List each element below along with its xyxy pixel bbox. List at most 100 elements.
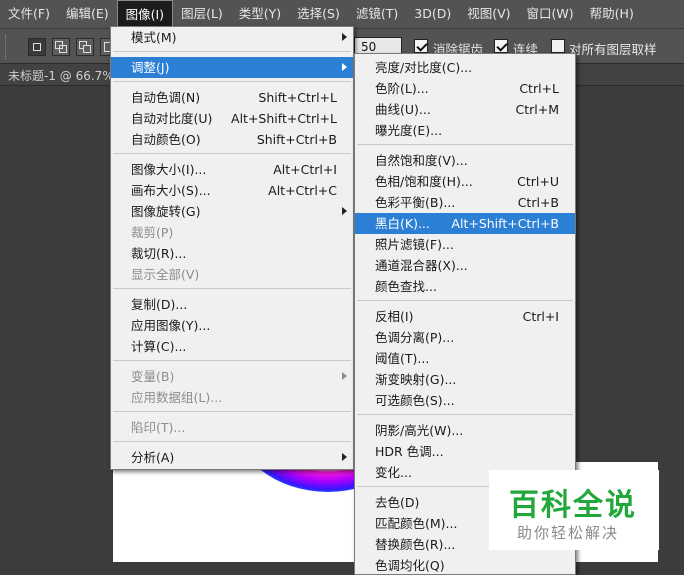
image-menu-item-label: 模式(M) — [131, 30, 177, 45]
menu-separator — [357, 300, 573, 301]
adjustments-menu-item[interactable]: 照片滤镜(F)... — [355, 234, 575, 255]
adjustments-menu-item-label: HDR 色调... — [375, 444, 444, 459]
submenu-arrow-icon — [342, 63, 347, 71]
menu-view[interactable]: 视图(V) — [459, 0, 518, 28]
image-menu-item-label: 变量(B) — [131, 369, 175, 384]
adjustments-menu-item-shortcut: Ctrl+B — [517, 195, 559, 210]
adjustments-menu-item-label: 色彩平衡(B)... — [375, 195, 456, 210]
menu-separator — [113, 51, 351, 52]
menu-filter[interactable]: 滤镜(T) — [348, 0, 406, 28]
adjustments-menu-item[interactable]: 曝光度(E)... — [355, 120, 575, 141]
adjustments-menu-item[interactable]: 阴影/高光(W)... — [355, 420, 575, 441]
image-menu-item: 变量(B) — [111, 366, 353, 387]
image-menu: 模式(M) 调整(J) 自动色调(N) Shift+Ctrl+L 自动对比度(U) Alt… — [110, 26, 354, 470]
adjustments-menu-item-label: 阴影/高光(W)... — [375, 423, 464, 438]
image-menu-item-label: 显示全部(V) — [131, 267, 200, 282]
sample-all-layers-label: 对所有图层取样 — [569, 42, 657, 57]
submenu-arrow-icon — [342, 372, 347, 380]
submenu-arrow-icon — [342, 207, 347, 215]
subtract-selection-mode-icon[interactable] — [76, 38, 94, 56]
adjustments-menu-item-label: 渐变映射(G)... — [375, 372, 457, 387]
adjustments-menu-item-label: 变化... — [375, 465, 412, 480]
adjustments-menu-item-label: 色调分离(P)... — [375, 330, 455, 345]
document-tab-title[interactable]: 未标题-1 @ 66.7% — [8, 67, 114, 84]
adjustments-menu-item-label: 反相(I) — [375, 309, 414, 324]
menu-edit[interactable]: 编辑(E) — [58, 0, 117, 28]
adjustments-menu-item[interactable]: 渐变映射(G)... — [355, 369, 575, 390]
adjustments-menu-item-label: 亮度/对比度(C)... — [375, 60, 473, 75]
watermark-subtitle: 助你轻松解决 — [517, 524, 620, 542]
adjustments-menu-item[interactable]: 曲线(U)... Ctrl+M — [355, 99, 575, 120]
image-menu-item-label: 调整(J) — [131, 60, 170, 75]
adjustments-menu-item[interactable]: 通道混合器(X)... — [355, 255, 575, 276]
image-menu-item-label: 计算(C)... — [131, 339, 187, 354]
image-menu-item: 陷印(T)... — [111, 417, 353, 438]
adjustments-menu-item[interactable]: 反相(I) Ctrl+I — [355, 306, 575, 327]
adjustments-menu-item-label: 通道混合器(X)... — [375, 258, 468, 273]
watermark-title: 百科全说 — [509, 488, 637, 523]
image-menu-item[interactable]: 调整(J) — [111, 57, 353, 78]
contiguous-checkbox[interactable] — [494, 39, 508, 53]
adjustments-menu-item-label: 颜色查找... — [375, 279, 437, 294]
menu-3d[interactable]: 3D(D) — [406, 0, 459, 28]
image-menu-item[interactable]: 画布大小(S)... Alt+Ctrl+C — [111, 180, 353, 201]
image-menu-item[interactable]: 自动颜色(O) Shift+Ctrl+B — [111, 129, 353, 150]
image-menu-item[interactable]: 自动色调(N) Shift+Ctrl+L — [111, 87, 353, 108]
image-menu-item-label: 自动对比度(U) — [131, 111, 213, 126]
image-menu-item[interactable]: 图像大小(I)... Alt+Ctrl+I — [111, 159, 353, 180]
menu-window[interactable]: 窗口(W) — [519, 0, 582, 28]
menu-layer[interactable]: 图层(L) — [173, 0, 231, 28]
menu-select[interactable]: 选择(S) — [289, 0, 348, 28]
adjustments-menu-item-label: 可选颜色(S)... — [375, 393, 455, 408]
adjustments-menu-item[interactable]: 色彩平衡(B)... Ctrl+B — [355, 192, 575, 213]
image-menu-item-label: 裁剪(P) — [131, 225, 174, 240]
adjustments-menu-item[interactable]: 黑白(K)... Alt+Shift+Ctrl+B — [355, 213, 575, 234]
submenu-arrow-icon — [342, 453, 347, 461]
image-menu-item[interactable]: 分析(A) — [111, 447, 353, 468]
adjustments-menu-item[interactable]: 色调分离(P)... — [355, 327, 575, 348]
submenu-arrow-icon — [342, 33, 347, 41]
menu-image[interactable]: 图像(I) — [116, 0, 174, 28]
adjustments-menu-item[interactable]: 色阶(L)... Ctrl+L — [355, 78, 575, 99]
image-menu-item[interactable]: 计算(C)... — [111, 336, 353, 357]
menu-separator — [357, 414, 573, 415]
image-menu-item[interactable]: 模式(M) — [111, 27, 353, 48]
adjustments-menu-item[interactable]: 阈值(T)... — [355, 348, 575, 369]
image-menu-item-label: 画布大小(S)... — [131, 183, 211, 198]
image-menu-item[interactable]: 自动对比度(U) Alt+Shift+Ctrl+L — [111, 108, 353, 129]
antialias-checkbox[interactable] — [414, 39, 428, 53]
menu-help[interactable]: 帮助(H) — [582, 0, 642, 28]
adjustments-menu-item[interactable]: 可选颜色(S)... — [355, 390, 575, 411]
adjustments-menu-item-label: 匹配颜色(M)... — [375, 516, 458, 531]
adjustments-menu-item[interactable]: 色相/饱和度(H)... Ctrl+U — [355, 171, 575, 192]
adjustments-menu-item[interactable]: HDR 色调... — [355, 441, 575, 462]
adjustments-menu-item[interactable]: 色调均化(Q) — [355, 555, 575, 575]
image-menu-item-label: 裁切(R)... — [131, 246, 187, 261]
adjustments-menu-item[interactable]: 颜色查找... — [355, 276, 575, 297]
watermark-logo: 百科全说 助你轻松解决 — [489, 470, 659, 550]
image-menu-item[interactable]: 应用图像(Y)... — [111, 315, 353, 336]
menu-separator — [113, 153, 351, 154]
options-bar-grip[interactable] — [5, 35, 8, 59]
menu-separator — [113, 360, 351, 361]
new-selection-mode-icon[interactable] — [28, 38, 46, 56]
image-menu-item[interactable]: 复制(D)... — [111, 294, 353, 315]
menu-type[interactable]: 类型(Y) — [231, 0, 289, 28]
image-menu-item-label: 应用数据组(L)... — [131, 390, 223, 405]
image-menu-item-label: 图像旋转(G) — [131, 204, 201, 219]
adjustments-menu-item-label: 色阶(L)... — [375, 81, 429, 96]
image-menu-item[interactable]: 裁切(R)... — [111, 243, 353, 264]
add-selection-mode-icon[interactable] — [52, 38, 70, 56]
adjustments-menu-item-label: 曲线(U)... — [375, 102, 431, 117]
adjustments-menu-item-label: 去色(D) — [375, 495, 420, 510]
adjustments-menu-item[interactable]: 自然饱和度(V)... — [355, 150, 575, 171]
menu-bar: 文件(F) 编辑(E) 图像(I) 图层(L) 类型(Y) 选择(S) 滤镜(T… — [0, 0, 684, 28]
adjustments-menu-item-label: 阈值(T)... — [375, 351, 430, 366]
sample-all-layers-checkbox[interactable] — [551, 39, 565, 53]
menu-file[interactable]: 文件(F) — [0, 0, 58, 28]
adjustments-menu-item-label: 色相/饱和度(H)... — [375, 174, 473, 189]
image-menu-item[interactable]: 图像旋转(G) — [111, 201, 353, 222]
image-menu-item-label: 分析(A) — [131, 450, 175, 465]
menu-separator — [113, 288, 351, 289]
adjustments-menu-item[interactable]: 亮度/对比度(C)... — [355, 57, 575, 78]
